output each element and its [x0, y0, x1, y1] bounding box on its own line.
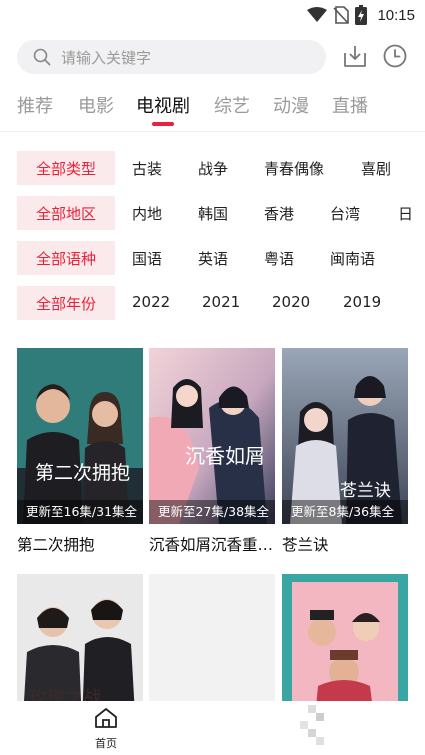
qr-placeholder-icon[interactable]: [300, 705, 332, 751]
filter-option[interactable]: 粤语: [264, 248, 294, 269]
episode-badge: 更新至16集/31集全: [17, 500, 143, 524]
poster-art: [149, 348, 275, 524]
status-icons: 10:15: [307, 5, 415, 25]
filter-option[interactable]: 2021: [202, 293, 240, 311]
filter-option[interactable]: 喜剧: [361, 158, 391, 179]
bottom-nav: 首页: [0, 701, 425, 755]
active-tab-indicator: [152, 122, 174, 126]
filter-row-genre: 全部类型 古装 战争 青春偶像 喜剧: [0, 151, 425, 185]
filter-option[interactable]: 青春偶像: [264, 158, 324, 179]
status-time: 10:15: [377, 6, 415, 24]
filter-chip-region-all[interactable]: 全部地区: [17, 196, 115, 230]
poster-title-text: 苍兰诀: [340, 481, 391, 501]
series-title[interactable]: 苍兰诀: [282, 533, 408, 555]
filter-option[interactable]: 国语: [132, 248, 162, 269]
poster-image[interactable]: 第二次拥抱 更新至16集/31集全: [17, 348, 143, 524]
history-clock-icon[interactable]: [382, 43, 408, 69]
filter-row-language: 全部语种 国语 英语 粤语 闽南语: [0, 241, 425, 275]
poster-image[interactable]: 沉香如屑 更新至27集/38集全: [149, 348, 275, 524]
category-tabs: 推荐 电影 电视剧 综艺 动漫 直播: [0, 88, 425, 128]
series-card[interactable]: 苍兰诀 更新至8集/36集全 苍兰诀: [282, 348, 408, 555]
filter-option[interactable]: 战争: [198, 158, 228, 179]
filter-option[interactable]: 台湾: [330, 203, 360, 224]
wifi-icon: [307, 7, 328, 22]
series-card[interactable]: 沉香如屑 更新至27集/38集全 沉香如屑沉香重…: [149, 348, 275, 555]
home-icon: [95, 708, 117, 728]
tab-tv-series[interactable]: 电视剧: [136, 92, 190, 118]
tab-variety[interactable]: 综艺: [214, 92, 250, 118]
poster-image[interactable]: 苍兰诀 更新至8集/36集全: [282, 348, 408, 524]
nav-home-button[interactable]: 首页: [86, 707, 126, 751]
filter-chip-language-all[interactable]: 全部语种: [17, 241, 115, 275]
no-sim-icon: [333, 6, 350, 24]
series-title[interactable]: 第二次拥抱: [17, 533, 143, 555]
filter-option[interactable]: 日: [398, 203, 413, 224]
tab-anime[interactable]: 动漫: [273, 92, 309, 118]
tab-live[interactable]: 直播: [332, 92, 368, 118]
nav-home-label: 首页: [95, 737, 117, 750]
filter-row-region: 全部地区 内地 韩国 香港 台湾 日: [0, 196, 425, 230]
filter-chip-genre-all[interactable]: 全部类型: [17, 151, 115, 185]
episode-badge: 更新至8集/36集全: [282, 500, 408, 524]
filter-option[interactable]: 内地: [132, 203, 162, 224]
filter-option[interactable]: 英语: [198, 248, 228, 269]
search-placeholder: 请输入关键字: [61, 48, 152, 67]
search-icon: [33, 48, 51, 66]
episode-badge: 更新至27集/38集全: [149, 500, 275, 524]
filter-chip-year-all[interactable]: 全部年份: [17, 286, 115, 320]
poster-title-text: 第二次拥抱: [35, 462, 131, 484]
filter-option[interactable]: 闽南语: [330, 248, 375, 269]
filter-option[interactable]: 古装: [132, 158, 162, 179]
status-bar: 10:15: [0, 0, 425, 30]
poster-title-text: 沉香如屑: [185, 444, 265, 468]
filter-option[interactable]: 2022: [132, 293, 170, 311]
divider: [0, 131, 425, 132]
search-row: 请输入关键字: [0, 38, 425, 76]
tab-recommend[interactable]: 推荐: [17, 92, 53, 118]
filter-option[interactable]: 香港: [264, 203, 294, 224]
download-icon[interactable]: [342, 43, 368, 69]
series-title[interactable]: 沉香如屑沉香重…: [149, 533, 275, 555]
filter-option[interactable]: 2019: [343, 293, 381, 311]
tab-movie[interactable]: 电影: [78, 92, 114, 118]
filter-row-year: 全部年份 2022 2021 2020 2019: [0, 286, 425, 320]
filter-option[interactable]: 韩国: [198, 203, 228, 224]
poster-art: [17, 348, 143, 524]
battery-charging-icon: [355, 5, 368, 25]
search-input[interactable]: 请输入关键字: [17, 40, 326, 74]
series-card[interactable]: 第二次拥抱 更新至16集/31集全 第二次拥抱: [17, 348, 143, 555]
filter-option[interactable]: 2020: [272, 293, 310, 311]
